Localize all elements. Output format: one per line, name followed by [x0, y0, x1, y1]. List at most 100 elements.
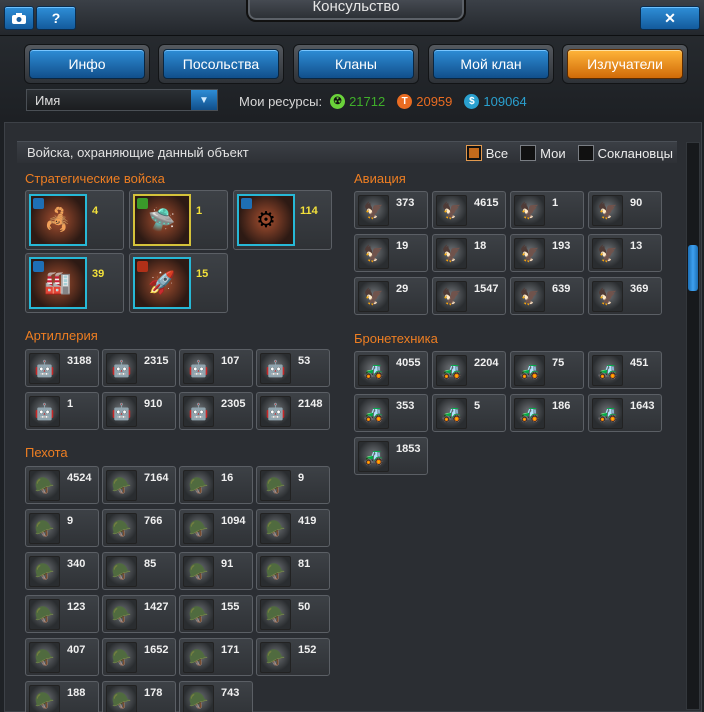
tab-emitters[interactable]: Излучатели: [562, 44, 688, 84]
artillery-unit-cell[interactable]: 🤖 1: [25, 392, 99, 430]
infantry-unit-icon: 🪖: [260, 513, 291, 544]
unit-count: 123: [67, 601, 86, 613]
artillery-unit-cell[interactable]: 🤖 107: [179, 349, 253, 387]
unit-count: 369: [630, 283, 649, 295]
strategic-unit-cell[interactable]: 🛸 1: [129, 190, 228, 250]
infantry-unit-cell[interactable]: 🪖 85: [102, 552, 176, 590]
infantry-unit-cell[interactable]: 🪖 4524: [25, 466, 99, 504]
infantry-unit-cell[interactable]: 🪖 123: [25, 595, 99, 633]
aviation-unit-icon: 🦅: [358, 281, 389, 312]
section-title-aviation: Авиация: [354, 171, 406, 186]
infantry-unit-cell[interactable]: 🪖 155: [179, 595, 253, 633]
aviation-unit-cell[interactable]: 🦅 639: [510, 277, 584, 315]
name-dropdown[interactable]: Имя ▼: [26, 89, 218, 111]
consulate-window: ? Консульство ✕ Инфо Посольства Кланы Мо…: [0, 0, 704, 712]
owner-filter: Все Мои Соклановцы: [454, 143, 673, 163]
aviation-unit-cell[interactable]: 🦅 29: [354, 277, 428, 315]
infantry-unit-cell[interactable]: 🪖 50: [256, 595, 330, 633]
tab-info[interactable]: Инфо: [24, 44, 150, 84]
camera-button[interactable]: [4, 6, 34, 30]
unit-count: 2204: [474, 357, 499, 369]
armor-unit-cell[interactable]: 🚜 451: [588, 351, 662, 389]
unit-count: 81: [298, 558, 311, 570]
aviation-unit-cell[interactable]: 🦅 1547: [432, 277, 506, 315]
infantry-unit-icon: 🪖: [183, 599, 214, 630]
unit-count: 178: [144, 687, 163, 699]
unit-count: 4055: [396, 357, 421, 369]
aviation-unit-icon: 🦅: [592, 238, 623, 269]
filter-mine-checkbox[interactable]: [520, 145, 537, 161]
scrollbar[interactable]: [686, 142, 700, 710]
armor-unit-cell[interactable]: 🚜 2204: [432, 351, 506, 389]
unit-count: 1427: [144, 601, 169, 613]
artillery-unit-cell[interactable]: 🤖 3188: [25, 349, 99, 387]
infantry-unit-cell[interactable]: 🪖 171: [179, 638, 253, 676]
armor-unit-cell[interactable]: 🚜 75: [510, 351, 584, 389]
strategic-unit-cell[interactable]: 🏭 39: [25, 253, 124, 313]
aviation-unit-cell[interactable]: 🦅 373: [354, 191, 428, 229]
strategic-unit-cell[interactable]: ⚙ 114: [233, 190, 332, 250]
infantry-unit-cell[interactable]: 🪖 91: [179, 552, 253, 590]
infantry-unit-cell[interactable]: 🪖 178: [102, 681, 176, 712]
unit-count: 9: [67, 515, 74, 527]
infantry-unit-cell[interactable]: 🪖 7164: [102, 466, 176, 504]
artillery-unit-cell[interactable]: 🤖 2148: [256, 392, 330, 430]
infantry-unit-cell[interactable]: 🪖 1094: [179, 509, 253, 547]
artillery-unit-cell[interactable]: 🤖 910: [102, 392, 176, 430]
armor-unit-cell[interactable]: 🚜 4055: [354, 351, 428, 389]
section-title-armor: Бронетехника: [354, 331, 438, 346]
infantry-unit-cell[interactable]: 🪖 419: [256, 509, 330, 547]
aviation-unit-cell[interactable]: 🦅 19: [354, 234, 428, 272]
infantry-unit-cell[interactable]: 🪖 16: [179, 466, 253, 504]
infantry-unit-cell[interactable]: 🪖 743: [179, 681, 253, 712]
armor-unit-cell[interactable]: 🚜 1643: [588, 394, 662, 432]
tab-embassies[interactable]: Посольства: [158, 44, 284, 84]
tab-clans[interactable]: Кланы: [293, 44, 419, 84]
infantry-unit-cell[interactable]: 🪖 766: [102, 509, 176, 547]
unit-count: 15: [196, 268, 209, 280]
close-button[interactable]: ✕: [640, 6, 700, 30]
artillery-unit-cell[interactable]: 🤖 2305: [179, 392, 253, 430]
help-button[interactable]: ?: [36, 6, 76, 30]
aviation-unit-cell[interactable]: 🦅 369: [588, 277, 662, 315]
strategic-unit-icon: 🛸: [133, 194, 191, 246]
aviation-unit-cell[interactable]: 🦅 13: [588, 234, 662, 272]
infantry-unit-cell[interactable]: 🪖 81: [256, 552, 330, 590]
infantry-unit-cell[interactable]: 🪖 1427: [102, 595, 176, 633]
aviation-unit-icon: 🦅: [592, 281, 623, 312]
artillery-unit-cell[interactable]: 🤖 2315: [102, 349, 176, 387]
window-title: Консульство: [312, 0, 400, 15]
unit-count: 1: [67, 398, 74, 410]
aviation-unit-cell[interactable]: 🦅 193: [510, 234, 584, 272]
infantry-unit-cell[interactable]: 🪖 152: [256, 638, 330, 676]
armor-unit-cell[interactable]: 🚜 5: [432, 394, 506, 432]
armor-unit-cell[interactable]: 🚜 186: [510, 394, 584, 432]
scrollbar-thumb[interactable]: [688, 245, 698, 291]
aviation-unit-cell[interactable]: 🦅 18: [432, 234, 506, 272]
tab-my-clan[interactable]: Мой клан: [428, 44, 554, 84]
armor-unit-cell[interactable]: 🚜 1853: [354, 437, 428, 475]
armor-unit-cell[interactable]: 🚜 353: [354, 394, 428, 432]
infantry-unit-cell[interactable]: 🪖 9: [25, 509, 99, 547]
infantry-unit-cell[interactable]: 🪖 9: [256, 466, 330, 504]
unit-count: 1: [552, 197, 559, 209]
infantry-unit-cell[interactable]: 🪖 407: [25, 638, 99, 676]
strategic-unit-cell[interactable]: 🚀 15: [129, 253, 228, 313]
armor-unit-icon: 🚜: [358, 398, 389, 429]
aviation-unit-cell[interactable]: 🦅 1: [510, 191, 584, 229]
filter-clanmates-checkbox[interactable]: [577, 145, 594, 161]
infantry-unit-icon: 🪖: [260, 642, 291, 673]
strategic-unit-cell[interactable]: 🦂 4: [25, 190, 124, 250]
artillery-unit-cell[interactable]: 🤖 53: [256, 349, 330, 387]
infantry-unit-cell[interactable]: 🪖 340: [25, 552, 99, 590]
infantry-unit-icon: 🪖: [29, 685, 60, 712]
filter-all-checkbox[interactable]: [465, 145, 482, 161]
infantry-unit-cell[interactable]: 🪖 188: [25, 681, 99, 712]
aviation-unit-cell[interactable]: 🦅 90: [588, 191, 662, 229]
unit-count: 7164: [144, 472, 169, 484]
armor-unit-icon: 🚜: [592, 355, 623, 386]
unit-count: 353: [396, 400, 415, 412]
aviation-unit-cell[interactable]: 🦅 4615: [432, 191, 506, 229]
infantry-unit-cell[interactable]: 🪖 1652: [102, 638, 176, 676]
infantry-unit-icon: 🪖: [183, 642, 214, 673]
